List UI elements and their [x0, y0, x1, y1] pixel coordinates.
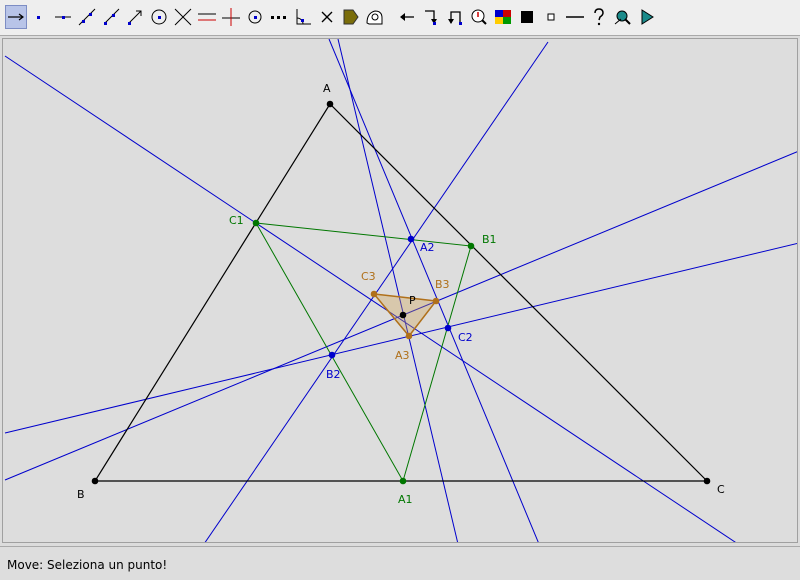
parallel-tool-button[interactable]: [196, 5, 218, 29]
intersect-icon: [174, 8, 192, 26]
point-b[interactable]: [91, 477, 99, 485]
triangle-a1b1c1[interactable]: [255, 222, 472, 483]
point-icon: [37, 16, 40, 19]
delete-tool-button[interactable]: [316, 5, 338, 29]
label-b2: B2: [326, 368, 341, 381]
translate-arrow-icon: [400, 13, 414, 21]
point-a[interactable]: [326, 100, 334, 108]
move-tool-button[interactable]: [5, 5, 27, 29]
move-view-icon: [614, 10, 631, 25]
point-c3[interactable]: [370, 290, 378, 298]
point-c2[interactable]: [444, 324, 452, 332]
rotate-tool-button[interactable]: [420, 5, 442, 29]
vector-icon: [128, 10, 142, 25]
status-message: Move: Seleziona un punto!: [7, 558, 168, 572]
locus-tool-button[interactable]: [268, 5, 290, 29]
point-tool-button[interactable]: [28, 5, 50, 29]
point-c1[interactable]: [252, 219, 260, 227]
label-a1: A1: [398, 493, 413, 506]
angle-tool-button[interactable]: [292, 5, 314, 29]
color-palette-icon: [495, 10, 511, 24]
fill-square-icon: [521, 11, 533, 23]
circle-tool-button[interactable]: [148, 5, 170, 29]
translate-tool-button[interactable]: [396, 5, 418, 29]
perpendicular-line-icon: [222, 8, 240, 26]
help-tool-button[interactable]: [588, 5, 610, 29]
zoom-tool-button[interactable]: [364, 5, 386, 29]
label-b3: B3: [435, 278, 450, 291]
ray-icon: [104, 8, 120, 25]
line-icon: [78, 8, 96, 26]
label-c2: C2: [458, 331, 473, 344]
fill-style-tool-button[interactable]: [516, 5, 538, 29]
construction-drawing[interactable]: A B C P A1 B1 C1 A2 B2 C2 A3 B3 C3: [3, 39, 798, 543]
line-through-a[interactable]: [337, 39, 459, 543]
point-b1[interactable]: [467, 242, 475, 250]
play-icon: [641, 9, 654, 25]
animate-tool-button[interactable]: [636, 5, 658, 29]
perpendicular-tool-button[interactable]: [220, 5, 242, 29]
triangle-abc[interactable]: [93, 103, 709, 482]
segment-tool-button[interactable]: [52, 5, 74, 29]
point-style-tool-button[interactable]: [540, 5, 562, 29]
zoom-in-icon: [366, 10, 383, 25]
move-arrow-icon: [8, 13, 24, 21]
label-c3: C3: [361, 270, 376, 283]
status-bar: Move: Seleziona un punto!: [0, 546, 800, 580]
parallel-line-icon: [198, 13, 216, 21]
label-c: C: [717, 483, 725, 496]
ray-tool-button[interactable]: [100, 5, 122, 29]
polygon-icon: [343, 9, 359, 25]
line-style-tool-button[interactable]: [564, 5, 586, 29]
label-b1: B1: [482, 233, 497, 246]
label-a2: A2: [420, 241, 435, 254]
point-c[interactable]: [703, 477, 711, 485]
move-view-tool-button[interactable]: [612, 5, 634, 29]
intersect-tool-button[interactable]: [172, 5, 194, 29]
angle-icon: [296, 9, 311, 25]
point-style-icon: [547, 13, 555, 21]
point-b2[interactable]: [328, 351, 336, 359]
point-a3[interactable]: [405, 332, 413, 340]
polygon-tool-button[interactable]: [340, 5, 362, 29]
point-b3[interactable]: [432, 297, 440, 305]
line-style-icon: [566, 16, 584, 18]
graphics-view[interactable]: A B C P A1 B1 C1 A2 B2 C2 A3 B3 C3: [2, 38, 798, 543]
reflect-tool-button[interactable]: [444, 5, 466, 29]
label-c1: C1: [229, 214, 244, 227]
line-through-a[interactable]: [328, 39, 539, 543]
rotate-arrow-icon: [425, 10, 437, 25]
circle-icon: [151, 9, 167, 25]
reflect-arrow-icon: [448, 11, 462, 25]
vector-tool-button[interactable]: [124, 5, 146, 29]
label-b: B: [77, 488, 85, 501]
help-icon: [594, 8, 604, 26]
locus-dots-icon: [271, 16, 286, 19]
line-through-b[interactable]: [4, 242, 798, 434]
point-a2[interactable]: [407, 235, 415, 243]
line-tool-button[interactable]: [76, 5, 98, 29]
delete-x-icon: [321, 11, 333, 23]
color-tool-button[interactable]: [492, 5, 514, 29]
text-label-icon: [471, 9, 487, 25]
toolbar: [0, 0, 800, 36]
label-a: A: [323, 82, 331, 95]
segment-icon: [55, 16, 71, 19]
midpoint-tool-button[interactable]: [244, 5, 266, 29]
midpoint-icon: [248, 10, 262, 24]
label-p: P: [409, 294, 416, 307]
text-tool-button[interactable]: [468, 5, 490, 29]
point-p[interactable]: [399, 311, 407, 319]
point-a1[interactable]: [399, 477, 407, 485]
label-a3: A3: [395, 349, 410, 362]
